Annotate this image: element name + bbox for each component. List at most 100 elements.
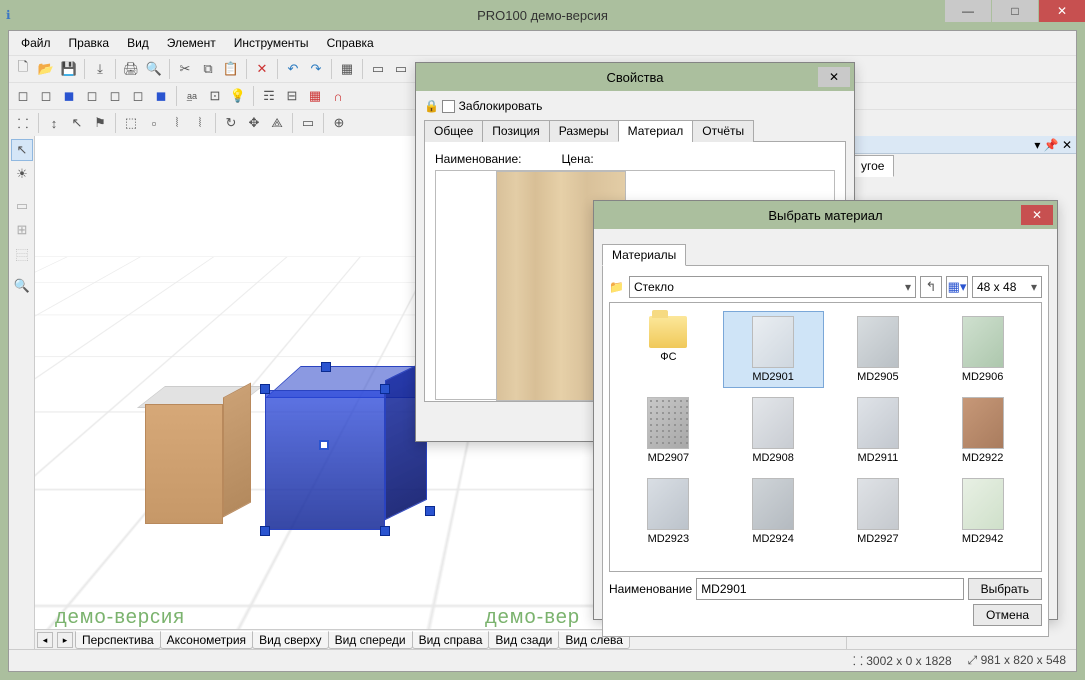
material-item[interactable]: MD2922 [932,392,1033,469]
material-picker-titlebar[interactable]: Выбрать материал ✕ [594,201,1057,229]
handles-icon[interactable]: ▫ [143,112,165,134]
paste-icon[interactable]: 📋 [220,58,242,80]
centerv-icon[interactable]: ⦚ [166,112,188,134]
save-icon[interactable]: 💾 [58,58,80,80]
material-item[interactable]: MD2905 [828,311,929,388]
view-tab[interactable]: Вид сверху [252,631,329,649]
rect-icon[interactable]: ▭ [297,112,319,134]
up-folder-icon[interactable]: ↰ [920,276,942,298]
dim-icon[interactable]: ⊡ [204,85,226,107]
menu-element[interactable]: Элемент [159,33,224,53]
cut-icon[interactable]: ✂ [174,58,196,80]
view-tab[interactable]: Вид спереди [328,631,413,649]
menu-file[interactable]: Файл [13,33,59,53]
material-item[interactable]: MD2906 [932,311,1033,388]
tab-general[interactable]: Общее [424,120,483,142]
material-item[interactable]: MD2942 [932,473,1033,550]
tab-prev[interactable]: ◂ [37,632,53,648]
view-tab[interactable]: Перспектива [75,631,161,649]
view-tab[interactable]: Вид справа [412,631,490,649]
alignv-icon[interactable]: ↕ [43,112,65,134]
cursor-icon[interactable]: ↖ [66,112,88,134]
menu-view[interactable]: Вид [119,33,157,53]
light-tool-icon[interactable]: ☀ [11,163,33,185]
print-icon[interactable]: 🖨 [120,58,142,80]
material-item[interactable]: ФС [618,311,719,388]
box3-icon[interactable]: ◼ [58,85,80,107]
tab-next[interactable]: ▸ [57,632,73,648]
material-item[interactable]: MD2908 [723,392,824,469]
move-icon[interactable]: ✥ [243,112,265,134]
box7-icon[interactable]: ◼ [150,85,172,107]
view-mode-icon[interactable]: ▦▾ [946,276,968,298]
tab-material[interactable]: Материал [618,120,694,142]
tab-reports[interactable]: Отчёты [692,120,754,142]
properties-titlebar[interactable]: Свойства ✕ [416,63,854,91]
material-label: MD2907 [648,452,690,464]
material-item[interactable]: MD2923 [618,473,719,550]
grid2-icon[interactable]: ⸬ [12,112,34,134]
lock-checkbox[interactable] [442,100,455,113]
mirror-icon[interactable]: ⟁ [266,112,288,134]
box5-icon[interactable]: ◻ [104,85,126,107]
cancel-button[interactable]: Отмена [973,604,1042,626]
folder-combo[interactable]: Стекло [629,276,916,298]
light-icon[interactable]: 💡 [227,85,249,107]
material-item[interactable]: MD2901 [723,311,824,388]
properties-close-button[interactable]: ✕ [818,67,850,87]
zoom-icon[interactable]: 🔍 [11,275,33,297]
open-icon[interactable]: 📂 [35,58,57,80]
box1-icon[interactable]: ◻ [12,85,34,107]
tool3-icon[interactable]: ▭ [390,58,412,80]
view-tab[interactable]: Вид сзади [488,631,559,649]
tab-position[interactable]: Позиция [482,120,549,142]
delete-icon[interactable]: ✕ [251,58,273,80]
preview-icon[interactable]: 🔍 [143,58,165,80]
minimize-button[interactable]: — [945,0,991,22]
pin-icon[interactable]: ▾ 📌 ✕ [1034,138,1072,152]
export-icon[interactable]: ⤓ [89,58,111,80]
thumb-size-combo[interactable]: 48 x 48 [972,276,1042,298]
new-icon[interactable]: 🗋 [12,58,34,80]
menu-edit[interactable]: Правка [61,33,118,53]
material-picker-close-button[interactable]: ✕ [1021,205,1053,225]
copy-icon[interactable]: ⧉ [197,58,219,80]
tool1-icon[interactable]: ▦ [336,58,358,80]
redo-icon[interactable]: ↷ [305,58,327,80]
maximize-button[interactable]: □ [992,0,1038,22]
close-button[interactable]: ✕ [1039,0,1085,22]
select-button[interactable]: Выбрать [968,578,1042,600]
panel2-icon[interactable]: ⊞ [11,219,33,241]
text-icon[interactable]: a̲a [181,85,203,107]
box6-icon[interactable]: ◻ [127,85,149,107]
rp-tab[interactable]: угое [851,155,894,177]
panel1-icon[interactable]: ▭ [11,195,33,217]
select-tool-icon[interactable]: ↖ [11,139,33,161]
centerh-icon[interactable]: ⦚ [189,112,211,134]
material-list[interactable]: ФСMD2901MD2905MD2906MD2907MD2908MD2911MD… [609,302,1042,572]
menu-help[interactable]: Справка [319,33,382,53]
material-item[interactable]: MD2924 [723,473,824,550]
misc2-icon[interactable]: ⊟ [281,85,303,107]
box4-icon[interactable]: ◻ [81,85,103,107]
menu-tools[interactable]: Инструменты [226,33,317,53]
material-item[interactable]: MD2911 [828,392,929,469]
grid-icon[interactable]: ▦ [304,85,326,107]
target-icon[interactable]: ⊕ [328,112,350,134]
mat-name-field[interactable]: MD2901 [696,578,963,600]
material-item[interactable]: MD2907 [618,392,719,469]
undo-icon[interactable]: ↶ [282,58,304,80]
rotate-icon[interactable]: ↻ [220,112,242,134]
material-item[interactable]: MD2927 [828,473,929,550]
materials-tab[interactable]: Материалы [602,244,686,266]
tab-dimensions[interactable]: Размеры [549,120,619,142]
flag-icon[interactable]: ⚑ [89,112,111,134]
magnet-icon[interactable]: ∩ [327,85,349,107]
misc1-icon[interactable]: ☶ [258,85,280,107]
box2-icon[interactable]: ◻ [35,85,57,107]
tool2-icon[interactable]: ▭ [367,58,389,80]
selbox-icon[interactable]: ⬚ [120,112,142,134]
view-tab[interactable]: Аксонометрия [160,631,253,649]
object-cabinet-wood[interactable] [145,386,255,526]
panel3-icon[interactable]: ⿳ [11,243,33,265]
